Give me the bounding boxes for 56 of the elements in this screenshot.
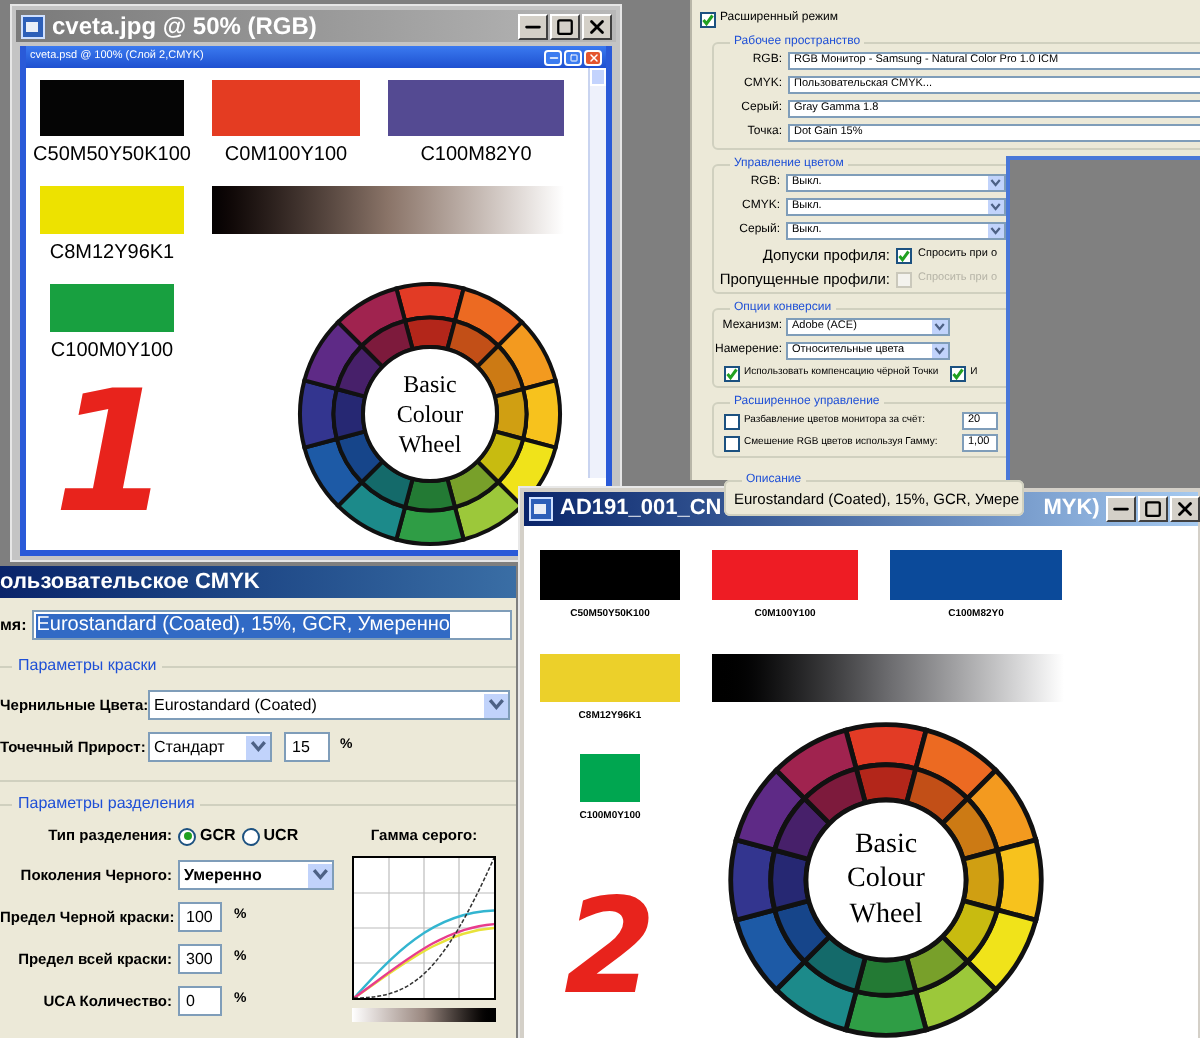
caret-icon	[988, 224, 1004, 238]
field-label: мя:	[0, 613, 27, 637]
close-icon	[587, 51, 599, 63]
checkbox[interactable]	[724, 413, 740, 429]
checkbox[interactable]	[896, 247, 912, 263]
close-icon	[1173, 498, 1196, 520]
step-numeral: 2	[564, 882, 656, 1014]
input-field[interactable]: 300	[178, 944, 222, 974]
maximize-icon	[569, 53, 577, 61]
swatch-label: C50M50Y50K100	[33, 142, 191, 168]
step-numeral: 1	[53, 368, 171, 536]
close-button[interactable]	[582, 13, 612, 39]
document-icon	[20, 13, 46, 39]
minimize-button[interactable]	[1105, 496, 1136, 522]
swatch-label: C100M0Y100	[50, 338, 174, 364]
swatch-label: C0M100Y100	[224, 142, 348, 168]
checkbox[interactable]	[724, 435, 740, 451]
caret-icon	[246, 735, 270, 759]
document-icon	[528, 496, 554, 522]
caret-icon	[484, 693, 508, 717]
maximize-button[interactable]	[1137, 496, 1168, 522]
scrollbar[interactable]	[588, 68, 606, 478]
caret-icon	[308, 863, 332, 887]
input-field[interactable]: 15	[284, 732, 330, 762]
dropdown[interactable]: Стандарт	[148, 732, 272, 762]
dropdown[interactable]: Умеренно	[178, 860, 334, 890]
maximize-icon	[1143, 500, 1162, 518]
wheel-label: Basic Colour Wheel	[845, 827, 927, 933]
window-title: MYK)	[1043, 494, 1100, 525]
group-title: Параметры краски	[18, 654, 157, 678]
dropdown[interactable]: Eurostandard (Coated)	[148, 690, 510, 720]
minimize-icon	[547, 51, 559, 63]
checkbox[interactable]	[950, 366, 967, 382]
input-field[interactable]: 0	[178, 986, 222, 1016]
maximize-button[interactable]	[550, 13, 580, 39]
checkbox[interactable]	[724, 366, 740, 382]
input-field[interactable]: Eurostandard (Coated), 15%, GCR, Умеренно	[32, 610, 512, 640]
radio-option[interactable]: GCR	[178, 824, 236, 848]
close-icon	[586, 15, 608, 37]
window-title: cveta.jpg @ 50% (RGB)	[52, 10, 317, 44]
caret-icon	[932, 320, 948, 334]
input-field[interactable]: 100	[178, 902, 222, 932]
radio-option[interactable]: UCR	[241, 824, 299, 848]
window-title: ользовательское CMYK	[0, 567, 260, 598]
wheel-label: Basic Colour Wheel	[394, 369, 466, 459]
checkbox[interactable]	[700, 11, 716, 27]
gradient-bar	[352, 1008, 496, 1023]
caret-icon	[932, 344, 948, 358]
swatch-label: C100M82Y0	[420, 142, 532, 168]
group-title: Параметры разделения	[18, 792, 195, 816]
caret-icon	[988, 200, 1004, 214]
close-button[interactable]	[1169, 496, 1200, 522]
minimize-button[interactable]	[518, 13, 548, 39]
swatch-label: C8M12Y96K1	[49, 240, 175, 266]
window-title: AD191_001_CN	[560, 494, 722, 525]
caret-icon	[988, 176, 1004, 190]
